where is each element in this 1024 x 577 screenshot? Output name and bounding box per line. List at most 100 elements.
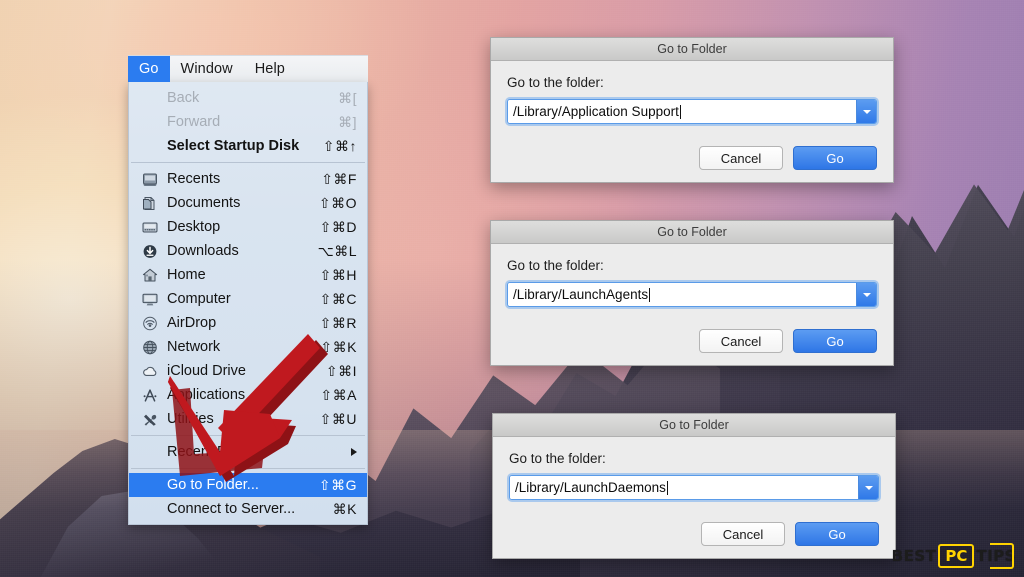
chevron-down-icon — [862, 109, 871, 114]
folder-path-input[interactable]: /Library/LaunchDaemons — [510, 476, 858, 499]
menu-item-shortcut: ⌥⌘L — [317, 242, 357, 259]
menu-item-label: Select Startup Disk — [167, 138, 300, 154]
menu-item-label: Computer — [167, 291, 231, 307]
menu-item-forward: Forward ⌘] — [129, 110, 367, 134]
menu-item-go-to-folder[interactable]: Go to Folder... ⇧⌘G — [129, 473, 367, 497]
menu-item-network[interactable]: Network ⇧⌘K — [129, 335, 367, 359]
menubar-item-label: Help — [254, 61, 285, 77]
menu-item-icon-none — [140, 477, 160, 493]
menu-item-label: AirDrop — [167, 315, 217, 331]
menu-item-shortcut: ⇧⌘O — [318, 194, 357, 211]
dialog-titlebar: Go to Folder — [491, 221, 893, 244]
go-button[interactable]: Go — [793, 146, 877, 170]
dialog-button-row: Cancel Go — [509, 522, 879, 546]
menu-item-downloads[interactable]: Downloads ⌥⌘L — [129, 239, 367, 263]
dialog-title: Go to Folder — [657, 42, 727, 56]
dialog-prompt-label: Go to the folder: — [509, 451, 606, 466]
menu-item-shortcut: ⌘[ — [338, 89, 357, 106]
folder-path-value: /Library/LaunchAgents — [513, 287, 649, 302]
dialog-title: Go to Folder — [657, 225, 727, 239]
applications-icon — [140, 387, 160, 403]
menu-separator — [131, 435, 365, 436]
folder-path-value: /Library/LaunchDaemons — [515, 480, 666, 495]
menubar-item-label: Window — [180, 61, 233, 77]
dialog-titlebar: Go to Folder — [491, 38, 893, 61]
menu-item-shortcut: ⇧⌘G — [318, 476, 357, 493]
go-menu-root: Go Window Help Back ⌘[Forward ⌘] Select Start… — [128, 55, 368, 525]
watermark-logo: BEST PC TIPS — [892, 543, 1016, 569]
folder-path-input[interactable]: /Library/Application Support — [508, 100, 856, 123]
cancel-button[interactable]: Cancel — [699, 329, 783, 353]
go-menu-panel[interactable]: Back ⌘[Forward ⌘] Select Startup Disk ⇧⌘↑ Rec… — [128, 82, 368, 525]
menubar-item-go[interactable]: Go — [128, 56, 170, 82]
menu-item-label: Desktop — [167, 219, 221, 235]
menu-item-label: iCloud Drive — [167, 363, 246, 379]
airdrop-icon — [140, 315, 160, 331]
path-dropdown-button[interactable] — [858, 476, 878, 499]
watermark-pc-badge: PC — [938, 544, 975, 568]
menubar-item-help[interactable]: Help — [244, 56, 296, 82]
cancel-button[interactable]: Cancel — [701, 522, 785, 546]
cancel-button[interactable]: Cancel — [699, 146, 783, 170]
menu-item-icon-none — [140, 90, 160, 106]
menu-item-recent-folders[interactable]: Recent Folders — [129, 440, 367, 464]
dialog-title: Go to Folder — [659, 418, 729, 432]
menu-item-computer[interactable]: Computer ⇧⌘C — [129, 287, 367, 311]
menu-item-label: Documents — [167, 195, 241, 211]
dialog-button-row: Cancel Go — [507, 146, 877, 170]
menu-item-home[interactable]: Home ⇧⌘H — [129, 263, 367, 287]
network-icon — [140, 339, 160, 355]
menu-item-label: Applications — [167, 387, 246, 403]
menubar-item-window[interactable]: Window — [170, 56, 244, 82]
dialog-prompt-label: Go to the folder: — [507, 75, 604, 90]
desktop-icon — [140, 219, 160, 235]
go-button[interactable]: Go — [793, 329, 877, 353]
menu-item-shortcut: ⇧⌘R — [319, 314, 357, 331]
menu-item-icloud-drive[interactable]: iCloud Drive ⇧⌘I — [129, 359, 367, 383]
menu-item-shortcut: ⇧⌘A — [320, 386, 357, 403]
folder-path-input[interactable]: /Library/LaunchAgents — [508, 283, 856, 306]
go-to-folder-dialog-3[interactable]: Go to Folder Go to the folder: /Library/La… — [492, 413, 896, 559]
menu-item-label: Network — [167, 339, 221, 355]
menu-item-desktop[interactable]: Desktop ⇧⌘D — [129, 215, 367, 239]
folder-path-combobox[interactable]: /Library/LaunchDaemons — [509, 475, 879, 500]
go-to-folder-dialog-1[interactable]: Go to Folder Go to the folder: /Library/Ap… — [490, 37, 894, 183]
menu-item-shortcut: ⇧⌘C — [319, 290, 357, 307]
folder-path-value: /Library/Application Support — [513, 104, 679, 119]
menu-item-shortcut: ⇧⌘F — [321, 170, 357, 187]
text-caret — [649, 287, 651, 302]
menu-item-shortcut: ⇧⌘I — [325, 362, 357, 379]
documents-icon — [140, 195, 160, 211]
icloud-icon — [140, 363, 160, 379]
menu-item-shortcut: ⇧⌘D — [319, 218, 357, 235]
dialog-body: Go to the folder: /Library/LaunchDaemons C… — [493, 437, 895, 558]
dialog-prompt-label: Go to the folder: — [507, 258, 604, 273]
go-button[interactable]: Go — [795, 522, 879, 546]
recents-icon — [140, 171, 160, 187]
menu-item-icon-none — [140, 138, 160, 154]
path-dropdown-button[interactable] — [856, 100, 876, 123]
dialog-body: Go to the folder: /Library/LaunchAgents Ca… — [491, 244, 893, 365]
menu-item-documents[interactable]: Documents ⇧⌘O — [129, 191, 367, 215]
menu-item-airdrop[interactable]: AirDrop ⇧⌘R — [129, 311, 367, 335]
menu-item-back: Back ⌘[ — [129, 86, 367, 110]
downloads-icon — [140, 243, 160, 259]
menu-item-shortcut: ⇧⌘K — [320, 338, 357, 355]
menu-item-label: Forward — [167, 114, 221, 130]
go-to-folder-dialog-2[interactable]: Go to Folder Go to the folder: /Library/La… — [490, 220, 894, 366]
dialog-body: Go to the folder: /Library/Application Su… — [491, 61, 893, 182]
path-dropdown-button[interactable] — [856, 283, 876, 306]
menu-item-select-startup-disk[interactable]: Select Startup Disk ⇧⌘↑ — [129, 134, 367, 158]
menu-item-shortcut: ⇧⌘H — [319, 266, 357, 283]
folder-path-combobox[interactable]: /Library/LaunchAgents — [507, 282, 877, 307]
folder-path-combobox[interactable]: /Library/Application Support — [507, 99, 877, 124]
home-icon — [140, 267, 160, 283]
menu-item-recents[interactable]: Recents ⇧⌘F — [129, 167, 367, 191]
chevron-down-icon — [864, 485, 873, 490]
menu-item-connect-to-server[interactable]: Connect to Server... ⌘K — [129, 497, 367, 521]
desktop-screen: Go Window Help Back ⌘[Forward ⌘] Select Start… — [0, 0, 1024, 577]
submenu-chevron-right-icon — [351, 448, 357, 456]
menu-item-utilities[interactable]: Utilities ⇧⌘U — [129, 407, 367, 431]
text-caret — [666, 480, 668, 495]
menu-item-applications[interactable]: Applications ⇧⌘A — [129, 383, 367, 407]
